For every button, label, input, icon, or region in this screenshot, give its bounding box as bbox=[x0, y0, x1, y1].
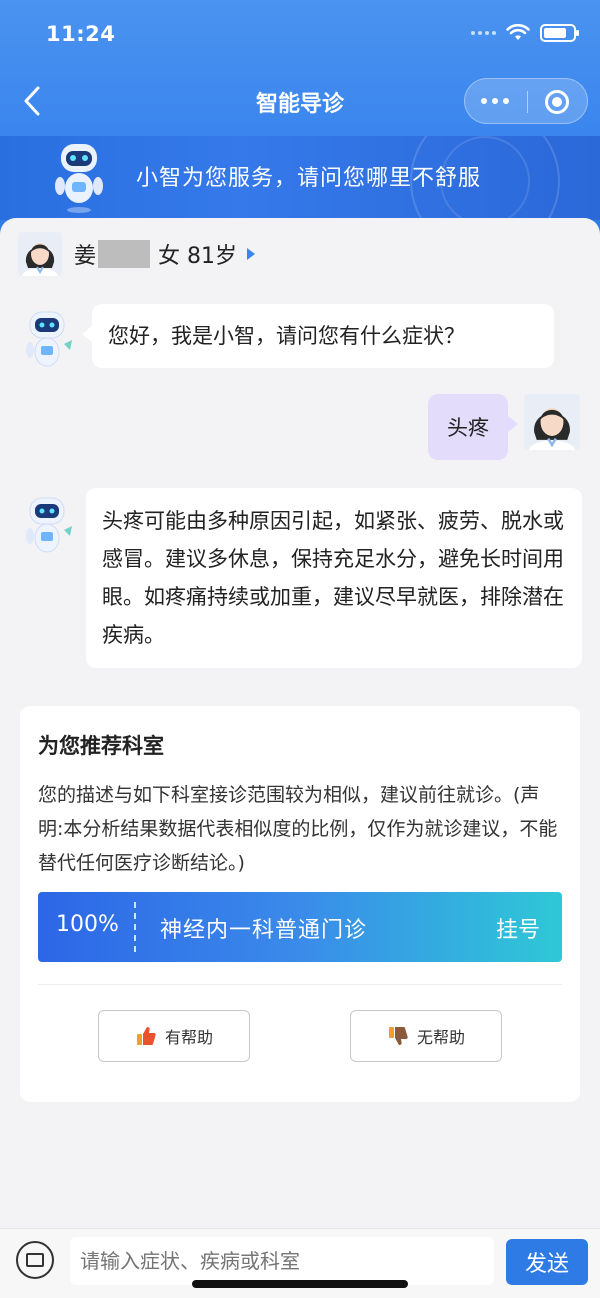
battery-icon bbox=[540, 24, 579, 42]
close-miniprogram-icon[interactable] bbox=[545, 90, 569, 114]
thumbs-up-icon bbox=[136, 1027, 156, 1045]
header-area: 11:24 智能导诊 小智为您服务，请问您哪里不舒服 bbox=[0, 0, 600, 240]
symptom-input[interactable] bbox=[70, 1237, 494, 1285]
status-bar: 11:24 bbox=[46, 22, 579, 52]
divider bbox=[38, 984, 562, 985]
department-name: 神经内一科普通门诊 bbox=[160, 918, 368, 943]
patient-gender-age: 女 81岁 bbox=[158, 244, 238, 269]
send-button[interactable]: 发送 bbox=[506, 1239, 588, 1285]
unhelpful-button[interactable]: 无帮助 bbox=[350, 1010, 502, 1062]
chat-area: 姜 女 81岁 您好，我是小智，请问您有什么症状？ 头疼 头疼可能由多种原因引起… bbox=[0, 218, 600, 1228]
recommendation-description: 您的描述与如下科室接诊范围较为相似，建议前往就诊。(声明:本分析结果数据代表相似… bbox=[38, 784, 558, 874]
cellular-signal-icon bbox=[471, 31, 496, 35]
caret-right-icon bbox=[247, 248, 256, 260]
helpful-label: 有帮助 bbox=[164, 1028, 213, 1047]
patient-selector[interactable]: 姜 女 81岁 bbox=[18, 232, 256, 276]
redacted-name-mask bbox=[98, 240, 151, 268]
unhelpful-label: 无帮助 bbox=[416, 1028, 465, 1047]
female-doctor-avatar-icon bbox=[529, 408, 575, 450]
bot-reply-bubble: 头疼可能由多种原因引起，如紧张、疲劳、脱水或感冒。建议多休息，保持充足水分，避免… bbox=[86, 488, 582, 668]
home-indicator bbox=[192, 1280, 408, 1288]
bot-message-bubble: 您好，我是小智，请问您有什么症状？ bbox=[82, 304, 554, 368]
keyboard-toggle-icon[interactable] bbox=[16, 1241, 54, 1279]
female-doctor-avatar-icon bbox=[22, 243, 58, 276]
similarity-percent: 100% bbox=[56, 912, 119, 937]
bot-avatar-icon bbox=[26, 497, 72, 553]
patient-avatar bbox=[18, 232, 62, 276]
thumbs-down-icon bbox=[388, 1027, 408, 1045]
banner-text: 小智为您服务，请问您哪里不舒服 bbox=[136, 166, 482, 191]
more-menu-icon[interactable] bbox=[481, 98, 509, 104]
navbar: 智能导诊 bbox=[0, 78, 600, 126]
user-message-bubble: 头疼 bbox=[428, 394, 518, 460]
helpful-button[interactable]: 有帮助 bbox=[98, 1010, 250, 1062]
bot-avatar-icon bbox=[26, 311, 72, 367]
status-time: 11:24 bbox=[46, 22, 116, 46]
dashed-divider bbox=[134, 902, 136, 952]
recommendation-card: 为您推荐科室 您的描述与如下科室接诊范围较为相似，建议前往就诊。(声明:本分析结… bbox=[20, 706, 580, 1102]
recommendation-title: 为您推荐科室 bbox=[38, 734, 164, 758]
wifi-icon bbox=[506, 24, 530, 40]
user-avatar bbox=[524, 394, 580, 450]
department-row[interactable]: 100% 神经内一科普通门诊 挂号 bbox=[38, 892, 562, 962]
miniprogram-capsule bbox=[464, 78, 588, 124]
register-button[interactable]: 挂号 bbox=[496, 912, 540, 944]
status-icons bbox=[471, 24, 579, 42]
robot-mascot-icon bbox=[55, 144, 103, 213]
patient-surname: 姜 bbox=[74, 244, 97, 269]
capsule-divider bbox=[527, 91, 528, 113]
service-banner: 小智为您服务，请问您哪里不舒服 bbox=[0, 136, 600, 220]
